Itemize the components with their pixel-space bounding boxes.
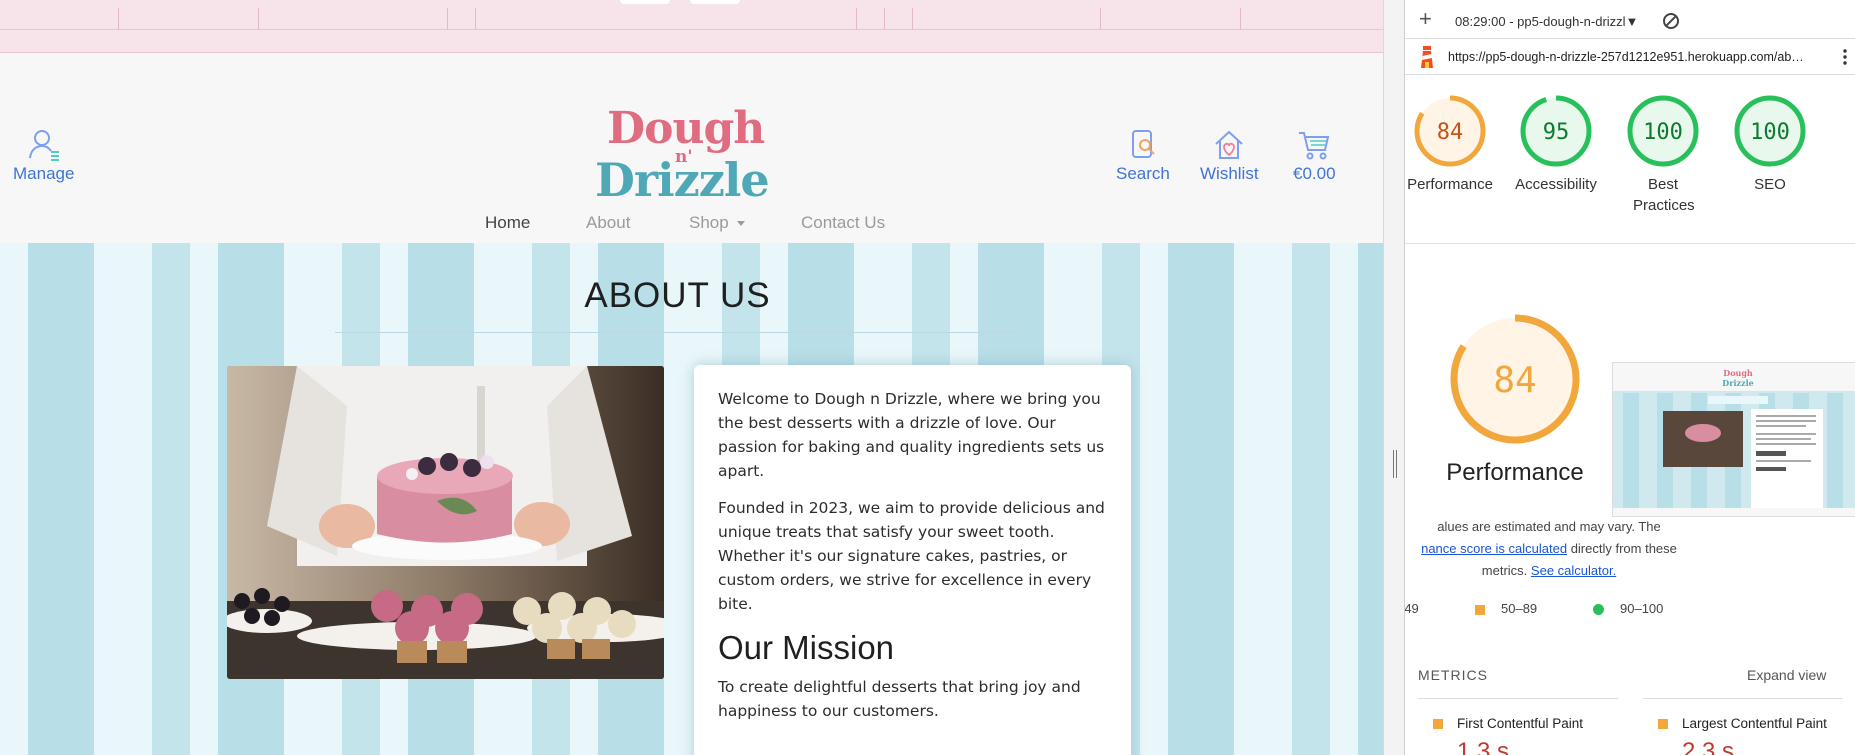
report-selector[interactable]: 08:29:00 - pp5-dough-n-drizzl▼: [1455, 14, 1638, 29]
wishlist-button[interactable]: Wishlist: [1200, 128, 1259, 184]
pass-circle-icon: [1593, 604, 1604, 616]
devtools-band: [0, 30, 1383, 53]
nav-shop[interactable]: Shop: [689, 213, 745, 233]
gauge-accessibility-label: Accessibility: [1515, 176, 1597, 193]
perf-note-line-3-text: metrics.: [1481, 563, 1528, 578]
logo-word-drizzle: Drizzle: [595, 153, 770, 207]
metric-fcp-value: 1.3 s: [1457, 738, 1510, 755]
gauge-accessibility-ring: 95: [1520, 95, 1592, 167]
search-label: Search: [1116, 164, 1170, 183]
metric-fcp: First Contentful Paint: [1433, 716, 1583, 731]
nav-shop-label: Shop: [689, 213, 729, 232]
clear-reports-icon[interactable]: [1663, 13, 1679, 29]
see-calculator-link[interactable]: See calculator.: [1531, 563, 1616, 578]
legend-fail: -49: [1405, 601, 1419, 616]
score-calculated-link[interactable]: nance score is calculated: [1421, 541, 1567, 556]
nav-about[interactable]: About: [586, 213, 630, 233]
gauge-seo-ring: 100: [1734, 95, 1806, 167]
cart-button[interactable]: €0.00: [1293, 128, 1336, 184]
metric-lcp-label: Largest Contentful Paint: [1682, 716, 1827, 731]
average-square-icon: [1658, 719, 1668, 730]
metric-divider-1: [1418, 698, 1618, 699]
perf-note-line-2: nance score is calculated directly from …: [1405, 538, 1699, 560]
metrics-heading: METRICS: [1418, 667, 1488, 683]
lighthouse-url-bar: https://pp5-dough-n-drizzle-257d1212e951…: [1405, 39, 1855, 75]
gauge-accessibility[interactable]: 95 Accessibility: [1511, 93, 1601, 195]
section-divider: [1405, 243, 1855, 244]
page-title: ABOUT US: [584, 276, 771, 315]
page-thumbnail: Dough Drizzle: [1613, 363, 1855, 516]
about-card: Welcome to Dough n Drizzle, where we bri…: [694, 365, 1131, 755]
wishlist-label: Wishlist: [1200, 164, 1259, 183]
search-button[interactable]: Search: [1116, 128, 1170, 184]
gauge-performance-ring: 84: [1414, 95, 1486, 167]
audited-url: https://pp5-dough-n-drizzle-257d1212e951…: [1448, 50, 1804, 64]
gauge-seo[interactable]: 100 SEO: [1725, 93, 1815, 195]
header-torn-edge: [0, 233, 1383, 255]
performance-detail-gauge: 84 Performance: [1440, 312, 1590, 487]
legend-average: 50–89: [1475, 601, 1537, 616]
metric-divider-2: [1643, 698, 1843, 699]
metric-lcp-value: 2.3 s: [1682, 738, 1735, 755]
performance-big-ring: 84: [1450, 314, 1580, 444]
gauge-best-practices-value: 100: [1643, 120, 1683, 145]
wishlist-home-heart-icon: [1215, 130, 1243, 159]
browser-viewport: Manage Dough n' Drizzle Search Wishlist …: [0, 0, 1383, 755]
metric-fcp-label: First Contentful Paint: [1457, 716, 1584, 731]
gauge-best-practices[interactable]: 100 Best Practices: [1618, 93, 1708, 216]
site-logo[interactable]: Dough n' Drizzle: [595, 103, 775, 213]
cart-total: €0.00: [1293, 164, 1336, 183]
about-paragraph-1: Welcome to Dough n Drizzle, where we bri…: [718, 390, 1105, 480]
legend-pass-label: 90–100: [1620, 601, 1664, 616]
chef-cake-photo: [227, 366, 664, 679]
gauge-seo-label: SEO: [1754, 176, 1786, 193]
average-square-icon: [1433, 719, 1443, 730]
perf-note-line-3: metrics. See calculator.: [1405, 560, 1699, 582]
chef-cake-illustration: [227, 366, 664, 679]
gauge-best-practices-ring: 100: [1627, 95, 1699, 167]
gauge-seo-value: 100: [1750, 120, 1790, 145]
nav-home[interactable]: Home: [485, 213, 530, 233]
title-divider: [335, 332, 1020, 333]
legend-average-label: 50–89: [1501, 601, 1538, 616]
expand-view-toggle[interactable]: Expand view: [1747, 667, 1826, 683]
nav-contact[interactable]: Contact Us: [801, 213, 885, 233]
user-manage-icon: [28, 130, 59, 161]
panel-resize-handle[interactable]: [1383, 0, 1405, 755]
svg-text:Dough: Dough: [1723, 368, 1753, 378]
mission-text: To create delightful desserts that bring…: [718, 678, 1081, 720]
lighthouse-panel: + 08:29:00 - pp5-dough-n-drizzl▼ https:/…: [1405, 0, 1855, 755]
devtools-ruler: [0, 0, 1383, 30]
mission-heading: Our Mission: [718, 629, 895, 666]
average-square-icon: [1475, 604, 1485, 615]
perf-note-line-1: alues are estimated and may vary. The: [1437, 519, 1661, 534]
gauge-performance[interactable]: 84 Performance: [1405, 93, 1495, 195]
more-options-icon[interactable]: [1843, 48, 1847, 66]
legend-pass: 90–100: [1593, 601, 1663, 616]
perf-note-line-2-rest: directly from these: [1567, 541, 1677, 556]
gauge-best-practices-label: Best Practices: [1633, 176, 1695, 214]
manage-label: Manage: [13, 164, 75, 183]
manage-button[interactable]: Manage: [13, 128, 74, 184]
lighthouse-icon: [1421, 46, 1433, 68]
final-screenshot-thumbnail[interactable]: Dough Drizzle: [1612, 362, 1855, 517]
performance-title: Performance: [1446, 459, 1584, 486]
screenshot-root: Manage Dough n' Drizzle Search Wishlist …: [0, 0, 1855, 755]
shopping-cart-icon: [1299, 132, 1330, 160]
chevron-down-icon: [736, 221, 745, 227]
website: Manage Dough n' Drizzle Search Wishlist …: [0, 53, 1383, 755]
legend-fail-label: -49: [1405, 601, 1419, 616]
drag-grip-icon: [1393, 450, 1397, 478]
svg-text:Drizzle: Drizzle: [1722, 378, 1753, 388]
performance-big-value: 84: [1493, 360, 1536, 401]
search-icon: [1131, 130, 1155, 158]
metric-lcp: Largest Contentful Paint: [1658, 716, 1827, 731]
gauge-accessibility-value: 95: [1543, 120, 1570, 145]
about-paragraph-2: Founded in 2023, we aim to provide delic…: [718, 499, 1105, 613]
gauge-performance-value: 84: [1437, 120, 1464, 145]
new-report-icon[interactable]: +: [1419, 8, 1432, 30]
lighthouse-toolbar: + 08:29:00 - pp5-dough-n-drizzl▼: [1405, 0, 1855, 39]
gauge-performance-label: Performance: [1407, 176, 1493, 193]
